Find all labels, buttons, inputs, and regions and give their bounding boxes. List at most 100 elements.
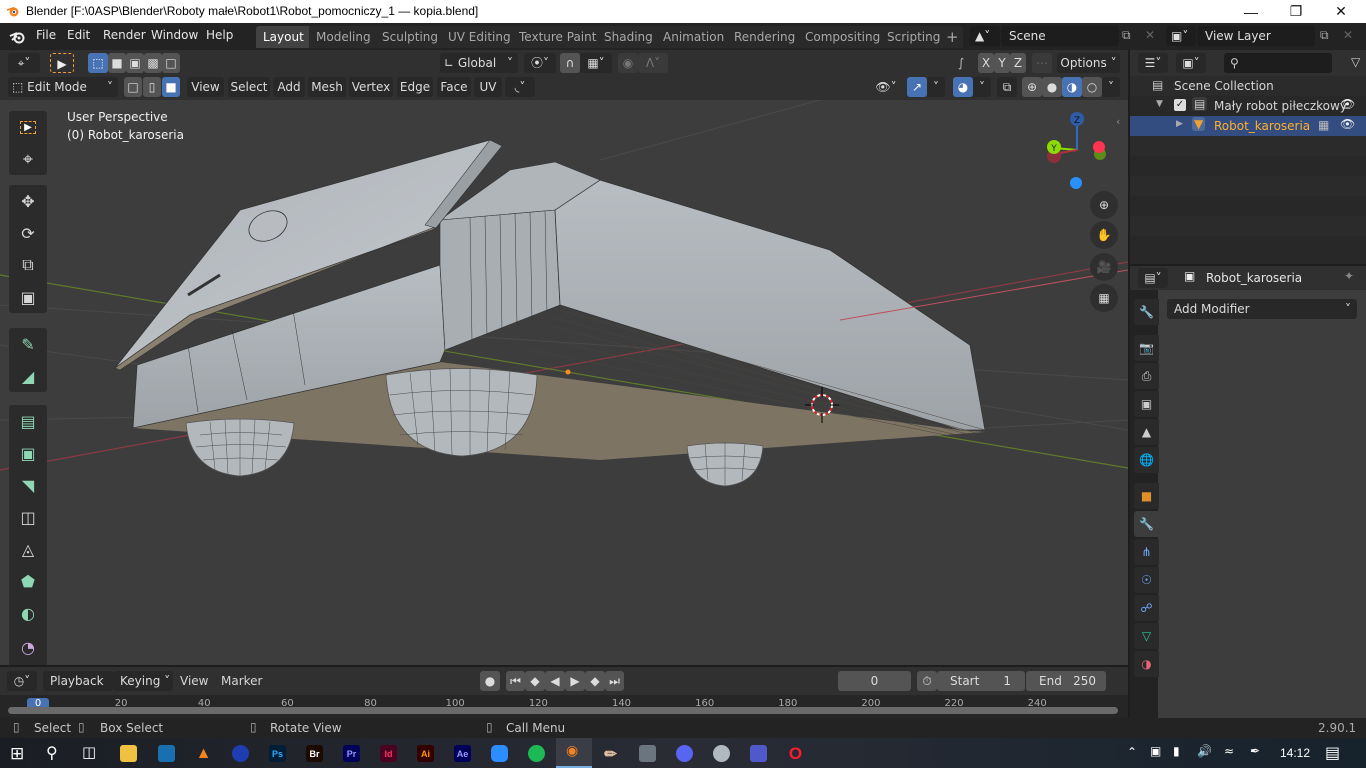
edge-select-mode[interactable]: ▯ — [143, 77, 161, 97]
file-explorer-icon[interactable] — [120, 745, 137, 762]
blender-menu-icon[interactable] — [9, 29, 25, 45]
new-scene-icon[interactable]: ⧉ — [1122, 28, 1131, 43]
auto-keying-toggle[interactable]: ● — [480, 671, 500, 691]
snap-toggle[interactable]: ∩ — [560, 53, 580, 73]
tab-uv-editing[interactable]: UV Editing — [441, 26, 518, 48]
opera-icon[interactable]: O — [787, 744, 804, 763]
tab-scene[interactable]: ▲ — [1134, 419, 1159, 445]
navigation-gizmo[interactable]: Z Y — [1040, 112, 1115, 192]
tab-scripting[interactable]: Scripting — [880, 26, 948, 48]
current-frame-field[interactable]: 0 — [838, 671, 911, 691]
outliner-editor-type[interactable]: ☰˅ — [1138, 53, 1168, 73]
view-layer-name-field[interactable]: View Layer — [1197, 26, 1315, 46]
outliner-row-scene-collection[interactable]: ▤ Scene Collection — [1130, 76, 1366, 96]
timeline-menu-marker[interactable]: Marker — [221, 674, 262, 688]
tab-world[interactable]: 🌐 — [1134, 447, 1159, 473]
expand-arrow-icon[interactable]: ▼ — [1156, 99, 1163, 109]
3d-viewport[interactable]: User Perspective (0) Robot_karoseria ▶ ⌖… — [0, 100, 1128, 665]
next-keyframe-button[interactable]: ◆ — [585, 671, 605, 691]
shading-wireframe[interactable]: ⊕ — [1022, 77, 1042, 97]
spotify-icon[interactable] — [528, 745, 545, 762]
view-layer-browse-button[interactable]: ▣˅ — [1166, 26, 1196, 46]
mode-set-button[interactable]: ⬚ — [88, 53, 108, 73]
tab-particles[interactable]: ⋔ — [1134, 539, 1159, 565]
frame-end-field[interactable]: End 250 — [1026, 671, 1106, 691]
frame-start-field[interactable]: Start 1 — [937, 671, 1025, 691]
tool-move[interactable]: ✥ — [9, 185, 47, 217]
prev-keyframe-button[interactable]: ◆ — [525, 671, 545, 691]
teams-icon[interactable] — [750, 745, 767, 762]
edge-crease-dropdown[interactable]: ◟˅ — [505, 77, 535, 97]
delete-scene-icon[interactable]: ✕ — [1145, 28, 1155, 42]
tool-poly-build[interactable]: ⬟ — [9, 565, 47, 597]
scene-name-field[interactable]: Scene — [1001, 26, 1119, 46]
xray-toggle[interactable]: ⧉ — [997, 77, 1017, 97]
tab-view-layer[interactable]: ▣ — [1134, 391, 1159, 417]
tray-camera-icon[interactable]: ▣ — [1150, 744, 1161, 758]
tab-compositing[interactable]: Compositing — [798, 26, 888, 48]
tab-shading[interactable]: Shading — [597, 26, 660, 48]
properties-editor-type[interactable]: ▤˅ — [1138, 268, 1168, 288]
illustrator-icon[interactable]: Ai — [417, 745, 434, 762]
snap-target-dropdown[interactable]: ▦˅ — [580, 53, 612, 73]
scene-browse-button[interactable]: ▲˅ — [970, 26, 1000, 46]
tool-extrude[interactable]: ▤ — [9, 405, 47, 437]
topology-mirror-toggle[interactable]: ⋯ — [1032, 53, 1052, 73]
gizmo-toggle[interactable]: ↗ — [907, 77, 927, 97]
new-view-layer-icon[interactable]: ⧉ — [1320, 28, 1329, 43]
exclude-checkbox[interactable]: ✓ — [1174, 99, 1186, 111]
play-button[interactable]: ▶ — [565, 671, 585, 691]
menu-file[interactable]: File — [36, 28, 56, 42]
mode-extend-button[interactable]: ■ — [108, 53, 126, 73]
tool-rotate[interactable]: ⟳ — [9, 217, 47, 249]
menu-edit[interactable]: Edit — [67, 28, 90, 42]
tool-knife[interactable]: ◬ — [9, 533, 47, 565]
notifications-icon[interactable]: ▤ — [1325, 743, 1340, 762]
editor-type-button[interactable]: ⌖˅ — [8, 53, 40, 73]
pin-icon[interactable]: ✦ — [1344, 269, 1354, 283]
face-select-mode[interactable]: ■ — [162, 77, 180, 97]
premiere-icon[interactable]: Pr — [343, 745, 360, 762]
tool-smooth[interactable]: ◔ — [9, 629, 47, 665]
tool-cursor[interactable]: ⌖ — [9, 143, 47, 175]
menu-view[interactable]: View — [187, 77, 224, 97]
menu-edge[interactable]: Edge — [397, 77, 433, 97]
selectability-visibility-dropdown[interactable]: 👁˅ — [870, 77, 902, 97]
tool-measure[interactable]: ◢ — [9, 360, 47, 392]
menu-mesh[interactable]: Mesh — [308, 77, 346, 97]
tab-constraints[interactable]: ☍ — [1134, 595, 1159, 621]
proportional-edit-toggle[interactable]: ◉ — [618, 53, 638, 73]
taskbar-blender-active[interactable]: ◉ — [556, 738, 592, 768]
pencil-app-icon[interactable]: ✏ — [602, 745, 619, 763]
shading-material-preview[interactable]: ◑ — [1062, 77, 1082, 97]
volume-icon[interactable]: 🔊 — [1197, 744, 1212, 758]
tab-layout[interactable]: Layout — [256, 26, 311, 48]
menu-window[interactable]: Window — [151, 28, 198, 42]
delete-view-layer-icon[interactable]: ✕ — [1343, 28, 1353, 42]
zoom-view-button[interactable]: ⊕ — [1090, 191, 1118, 219]
tab-modeling[interactable]: Modeling — [309, 26, 378, 48]
gizmo-dropdown[interactable]: ˅ — [927, 77, 945, 97]
tab-texture-paint[interactable]: Texture Paint — [512, 26, 604, 48]
vertex-select-mode[interactable]: □ — [124, 77, 142, 97]
tab-sculpting[interactable]: Sculpting — [375, 26, 446, 48]
tool-spin[interactable]: ◐ — [9, 597, 47, 629]
windows-start-icon[interactable]: ⊞ — [10, 744, 24, 764]
tool-scale[interactable]: ⧉ — [9, 249, 47, 281]
timeline-menu-view[interactable]: View — [180, 674, 208, 688]
filter-icon[interactable]: ▽ — [1351, 55, 1360, 69]
menu-uv[interactable]: UV — [474, 77, 502, 97]
tool-select-box[interactable]: ▶ — [9, 111, 47, 143]
tab-rendering[interactable]: Rendering — [727, 26, 803, 48]
timeline-editor-type[interactable]: ◷˅ — [7, 671, 37, 691]
jump-end-button[interactable]: ⏭ — [605, 671, 624, 691]
mirror-x-toggle[interactable]: X — [978, 53, 994, 73]
tab-material[interactable]: ◑ — [1134, 651, 1159, 677]
tab-animation[interactable]: Animation — [656, 26, 732, 48]
active-tool-button[interactable]: ▶ — [50, 53, 74, 73]
vlc-icon[interactable]: ▲ — [195, 745, 212, 762]
mode-dropdown[interactable]: ⬚ Edit Mode ˅ — [8, 77, 118, 97]
transform-orientation-dropdown[interactable]: ∟ Global ˅ — [440, 53, 518, 73]
photoshop-icon[interactable]: Ps — [269, 745, 286, 762]
task-view-icon[interactable]: ◫ — [82, 743, 96, 761]
